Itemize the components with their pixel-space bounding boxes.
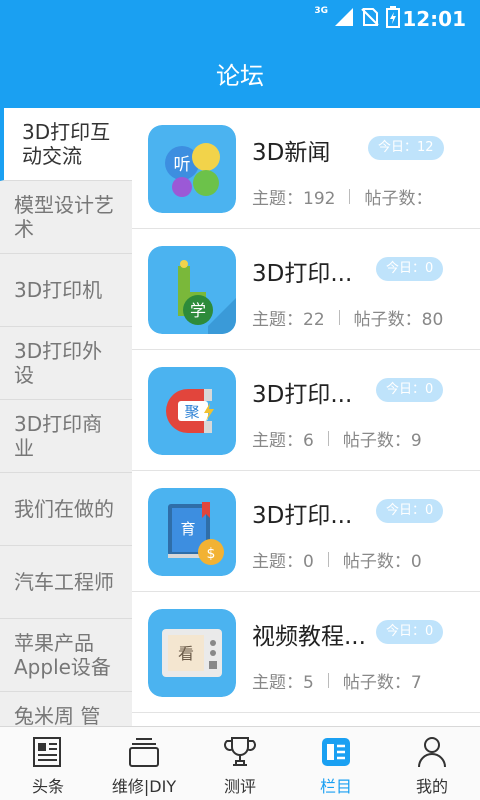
sidebar-item-label: 我们在做的 bbox=[14, 497, 114, 521]
today-count-badge: 今日：0 bbox=[376, 499, 444, 523]
stats-divider bbox=[349, 189, 351, 204]
stats-divider bbox=[327, 673, 329, 688]
signal-icon bbox=[335, 8, 353, 26]
stats-divider bbox=[338, 310, 340, 325]
column-icon bbox=[322, 738, 350, 766]
stack-icon bbox=[129, 738, 159, 767]
no-sim-icon bbox=[361, 8, 379, 26]
status-clock: 12:01 bbox=[402, 7, 466, 31]
sidebar-item-label: 苹果产品Apple设备 bbox=[14, 631, 111, 679]
svg-text:$: $ bbox=[207, 546, 216, 562]
tab-headlines[interactable]: 头条 bbox=[0, 727, 96, 800]
topic-count: 主题：22 bbox=[252, 310, 325, 330]
network-type: 3G bbox=[314, 6, 328, 16]
sidebar-item-management[interactable]: 兔米周 管理 bbox=[0, 692, 132, 726]
forum-row[interactable]: 听 3D新闻 今日：12 主题：192 帖子数： bbox=[132, 108, 480, 229]
forum-row[interactable]: 育 $ 3D打印... 今日：0 主题：0 帖子数：0 bbox=[132, 471, 480, 592]
stats-divider bbox=[327, 552, 329, 567]
sidebar-item-apple[interactable]: 苹果产品Apple设备 bbox=[0, 619, 132, 692]
forum-row[interactable]: 聚 3D打印... 今日：0 主题：6 帖子数：9 bbox=[132, 350, 480, 471]
sidebar-item-label: 3D打印商业 bbox=[14, 412, 103, 460]
topic-count: 主题：6 bbox=[252, 431, 314, 451]
tab-repair-diy[interactable]: 维修|DIY bbox=[96, 727, 192, 800]
forum-stats: 主题：5 帖子数：7 bbox=[252, 668, 422, 693]
post-count: 帖子数： bbox=[364, 189, 433, 209]
sidebar-item-our-work[interactable]: 我们在做的 bbox=[0, 473, 132, 546]
sidebar-item-model-design[interactable]: 模型设计艺术 bbox=[0, 181, 132, 254]
sidebar-item-label: 3D打印机 bbox=[14, 278, 103, 302]
book-coin-icon: 育 $ bbox=[148, 488, 236, 576]
sidebar-item-label: 模型设计艺术 bbox=[14, 193, 114, 241]
category-sidebar: 3D打印互动交流 模型设计艺术 3D打印机 3D打印外设 3D打印商业 我们在做… bbox=[0, 108, 132, 726]
sidebar-item-3d-peripherals[interactable]: 3D打印外设 bbox=[0, 327, 132, 400]
tv-watch-icon: 看 bbox=[148, 609, 236, 697]
tab-label: 测评 bbox=[223, 777, 256, 796]
person-icon bbox=[418, 737, 446, 768]
forum-name: 视频教程... bbox=[252, 624, 366, 650]
magnet-gather-icon: 聚 bbox=[148, 367, 236, 455]
newspaper-icon bbox=[33, 737, 61, 767]
forum-list: 听 3D新闻 今日：12 主题：192 帖子数： 学 3D打印... 今日：0 … bbox=[132, 108, 480, 726]
sidebar-item-3d-printer[interactable]: 3D打印机 bbox=[0, 254, 132, 327]
svg-text:学: 学 bbox=[190, 301, 206, 320]
sidebar-item-label: 3D打印互动交流 bbox=[22, 120, 111, 168]
status-icons: 3G bbox=[314, 6, 400, 28]
tab-label: 我的 bbox=[415, 777, 448, 796]
status-bar: 3G 12:01 bbox=[0, 0, 480, 36]
topic-count: 主题：5 bbox=[252, 673, 314, 693]
app-header: 论坛 bbox=[0, 36, 480, 108]
svg-text:聚: 聚 bbox=[184, 403, 199, 421]
today-count-badge: 今日：0 bbox=[376, 257, 444, 281]
battery-icon bbox=[386, 6, 400, 28]
listen-bubbles-icon: 听 bbox=[148, 125, 236, 213]
trophy-icon bbox=[224, 737, 256, 766]
tab-reviews[interactable]: 测评 bbox=[192, 727, 288, 800]
bottom-tab-bar: 头条 维修|DIY 测评 栏目 我的 bbox=[0, 726, 480, 800]
svg-text:育: 育 bbox=[180, 520, 195, 538]
svg-text:看: 看 bbox=[178, 644, 194, 663]
tab-label: 栏目 bbox=[319, 777, 352, 796]
topic-count: 主题：192 bbox=[252, 189, 336, 209]
sidebar-item-label: 汽车工程师 bbox=[14, 570, 114, 594]
today-count-badge: 今日：0 bbox=[376, 620, 444, 644]
forum-name: 3D打印... bbox=[252, 382, 353, 408]
sidebar-item-label: 兔米周 管理 bbox=[14, 704, 101, 726]
post-count: 帖子数：7 bbox=[342, 673, 422, 693]
topic-count: 主题：0 bbox=[252, 552, 314, 572]
sidebar-item-3d-interaction[interactable]: 3D打印互动交流 bbox=[0, 108, 132, 181]
today-count-badge: 今日：0 bbox=[376, 378, 444, 402]
forum-stats: 主题：192 帖子数： bbox=[252, 184, 432, 209]
tab-label: 头条 bbox=[31, 777, 64, 796]
tab-label: 维修|DIY bbox=[111, 777, 177, 796]
forum-row[interactable]: 学 3D打印... 今日：0 主题：22 帖子数：80 bbox=[132, 229, 480, 350]
post-count: 帖子数：9 bbox=[342, 431, 422, 451]
forum-row[interactable]: 看 视频教程... 今日：0 主题：5 帖子数：7 bbox=[132, 592, 480, 713]
page-title: 论坛 bbox=[216, 62, 264, 90]
forum-name: 3D打印... bbox=[252, 261, 353, 287]
forum-name: 3D打印... bbox=[252, 503, 353, 529]
forum-stats: 主题：0 帖子数：0 bbox=[252, 547, 422, 572]
forum-stats: 主题：6 帖子数：9 bbox=[252, 426, 422, 451]
study-hand-icon: 学 bbox=[148, 246, 236, 334]
forum-stats: 主题：22 帖子数：80 bbox=[252, 305, 443, 330]
tab-mine[interactable]: 我的 bbox=[384, 727, 480, 800]
stats-divider bbox=[327, 431, 329, 446]
sidebar-item-3d-business[interactable]: 3D打印商业 bbox=[0, 400, 132, 473]
sidebar-item-label: 3D打印外设 bbox=[14, 339, 103, 387]
tab-columns[interactable]: 栏目 bbox=[288, 727, 384, 800]
post-count: 帖子数：80 bbox=[353, 310, 444, 330]
post-count: 帖子数：0 bbox=[342, 552, 422, 572]
svg-text:听: 听 bbox=[174, 155, 191, 175]
today-count-badge: 今日：12 bbox=[368, 136, 444, 160]
sidebar-item-auto-engineer[interactable]: 汽车工程师 bbox=[0, 546, 132, 619]
forum-name: 3D新闻 bbox=[252, 140, 331, 166]
